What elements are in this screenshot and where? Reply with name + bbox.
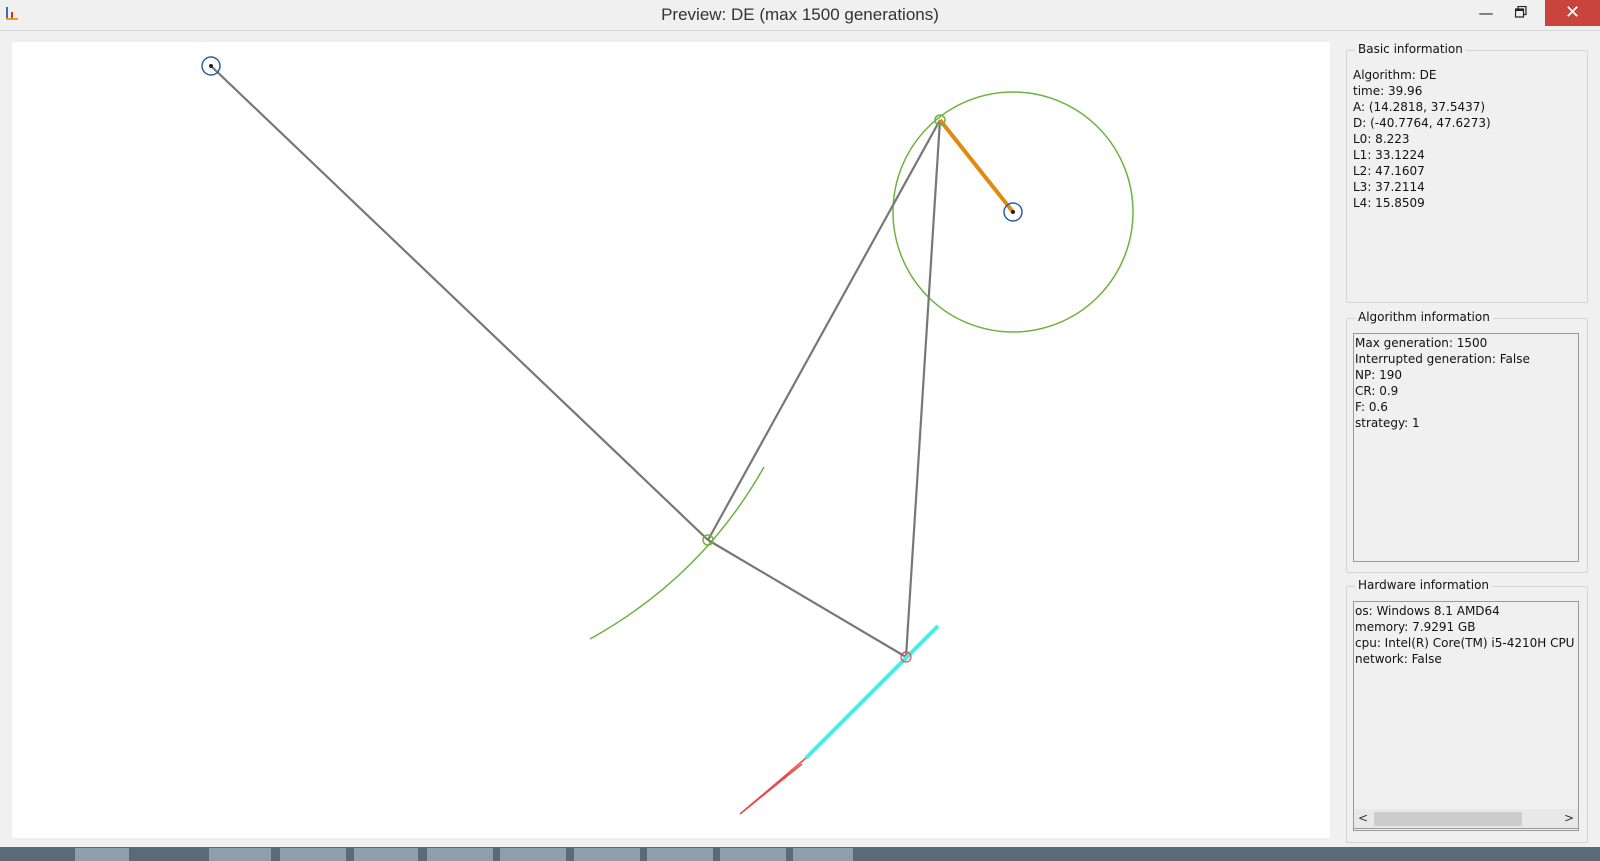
algorithm-information-heading: Algorithm information xyxy=(1355,310,1493,324)
horizontal-scrollbar[interactable]: < > xyxy=(1353,809,1579,829)
restore-icon xyxy=(1515,6,1527,18)
info-line: L3: 37.2114 xyxy=(1353,180,1425,194)
preview-canvas[interactable] xyxy=(12,42,1330,838)
info-line: CR: 0.9 xyxy=(1355,384,1399,398)
hardware-information-heading: Hardware information xyxy=(1355,578,1493,592)
info-line: NP: 190 xyxy=(1355,368,1402,382)
window-title: Preview: DE (max 1500 generations) xyxy=(661,5,939,24)
scroll-right-button[interactable]: > xyxy=(1564,811,1574,825)
taskbar-item[interactable] xyxy=(793,848,853,861)
basic-information-list: Algorithm: DE time: 39.96 A: (14.2818, 3… xyxy=(1353,67,1491,211)
ground-pivot-right-dot xyxy=(1011,210,1015,214)
info-line: Interrupted generation: False xyxy=(1355,352,1530,366)
info-line: Max generation: 1500 xyxy=(1355,336,1488,350)
info-line: L1: 33.1224 xyxy=(1353,148,1425,162)
info-line: cpu: Intel(R) Core(TM) i5-4210H CPU @ xyxy=(1355,636,1579,650)
info-line: network: False xyxy=(1355,652,1442,666)
linkage-drawing xyxy=(201,56,1134,815)
taskbar-item[interactable] xyxy=(647,848,713,861)
link-coupler-upper xyxy=(707,119,941,541)
info-line: D: (-40.7764, 47.6273) xyxy=(1353,116,1491,130)
basic-information-heading: Basic information xyxy=(1355,42,1466,56)
scroll-left-button[interactable]: < xyxy=(1358,811,1368,825)
info-line: F: 0.6 xyxy=(1355,400,1388,414)
ground-pivot-left-dot xyxy=(209,64,213,68)
info-line: L2: 47.1607 xyxy=(1353,164,1425,178)
crank-link xyxy=(938,118,1015,214)
info-line: L4: 15.8509 xyxy=(1353,196,1425,210)
taskbar-item[interactable] xyxy=(574,848,640,861)
scroll-thumb[interactable] xyxy=(1374,812,1522,826)
trace-path-red xyxy=(739,757,807,815)
taskbar-item[interactable] xyxy=(427,848,493,861)
maximize-button[interactable] xyxy=(1499,0,1545,26)
trace-path-cyan xyxy=(804,624,940,760)
close-button[interactable]: ✕ xyxy=(1545,0,1600,26)
taskbar-item[interactable] xyxy=(280,848,346,861)
taskbar-item[interactable] xyxy=(209,848,271,861)
link-ground-left xyxy=(210,65,709,541)
hardware-information-textbox[interactable]: os: Windows 8.1 AMD64 memory: 7.9291 GB … xyxy=(1353,601,1579,831)
taskbar-item[interactable] xyxy=(720,848,786,861)
basic-information-panel: Basic information Algorithm: DE time: 39… xyxy=(1346,42,1588,303)
info-line: A: (14.2818, 37.5437) xyxy=(1353,100,1486,114)
hardware-information-panel: Hardware information os: Windows 8.1 AMD… xyxy=(1346,578,1588,843)
info-line: memory: 7.9291 GB xyxy=(1355,620,1476,634)
algorithm-information-panel: Algorithm information Max generation: 15… xyxy=(1346,310,1588,573)
info-line: strategy: 1 xyxy=(1355,416,1420,430)
info-line: os: Windows 8.1 AMD64 xyxy=(1355,604,1500,618)
title-bar: Preview: DE (max 1500 generations) — ✕ xyxy=(0,0,1600,31)
link-coupler-lower xyxy=(707,539,907,658)
info-line: time: 39.96 xyxy=(1353,84,1423,98)
info-line: L0: 8.223 xyxy=(1353,132,1410,146)
algorithm-information-textbox[interactable]: Max generation: 1500 Interrupted generat… xyxy=(1353,333,1579,562)
taskbar-item[interactable] xyxy=(500,848,566,861)
taskbar xyxy=(0,847,1600,861)
link-output-vertical xyxy=(904,119,942,658)
coupler-arc xyxy=(589,466,765,640)
taskbar-item[interactable] xyxy=(75,848,129,861)
taskbar-item[interactable] xyxy=(354,848,418,861)
info-line: Algorithm: DE xyxy=(1353,68,1437,82)
